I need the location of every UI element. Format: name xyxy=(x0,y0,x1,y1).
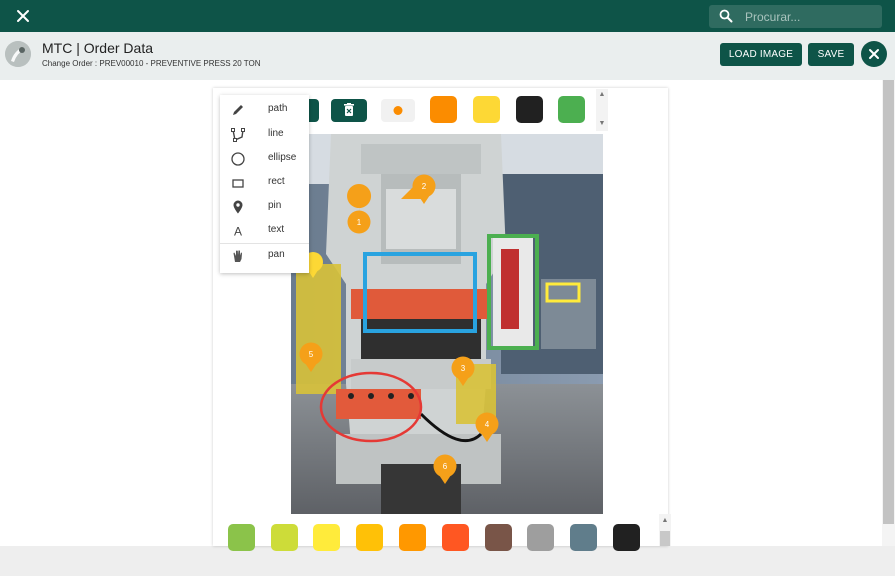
palette-swatch-black[interactable] xyxy=(613,524,640,551)
pencil-icon xyxy=(230,102,246,118)
page-header: MTC | Order Data Change Order : PREV0001… xyxy=(0,32,895,80)
close-dialog-button[interactable] xyxy=(861,41,887,67)
close-icon xyxy=(869,49,879,59)
stroke-size-button[interactable] xyxy=(381,99,415,122)
palette-swatch-lime[interactable] xyxy=(271,524,298,551)
palette-swatch-deep-orange[interactable] xyxy=(442,524,469,551)
palette-swatch-blue-grey[interactable] xyxy=(570,524,597,551)
scroll-down-icon[interactable]: ▼ xyxy=(598,120,606,128)
draw-tool-menu: path line ellipse rect pin A text pan xyxy=(220,95,309,273)
subtitle-value: PREV00010 - PREVENTIVE PRESS 20 TON xyxy=(99,59,261,68)
svg-text:2: 2 xyxy=(422,182,427,191)
toolbar-scrollbar[interactable]: ▲ ▼ xyxy=(596,89,608,131)
delete-button[interactable] xyxy=(331,99,367,122)
scroll-up-icon[interactable]: ▲ xyxy=(598,91,606,99)
toolbar-swatch-green[interactable] xyxy=(558,96,585,123)
toolbar-swatch-black[interactable] xyxy=(516,96,543,123)
ellipse-icon xyxy=(230,151,246,167)
palette-swatch-orange[interactable] xyxy=(399,524,426,551)
menu-item-path[interactable]: path xyxy=(220,98,309,122)
svg-text:A: A xyxy=(234,225,242,239)
close-icon[interactable] xyxy=(14,7,32,25)
palette-scrollbar-thumb[interactable] xyxy=(660,531,670,546)
menu-item-text[interactable]: A text xyxy=(220,219,309,243)
menu-item-label: ellipse xyxy=(268,152,297,163)
toolbar-swatch-orange[interactable] xyxy=(430,96,457,123)
hand-icon xyxy=(230,248,246,264)
menu-item-line[interactable]: line xyxy=(220,123,309,147)
search-box[interactable] xyxy=(709,5,882,28)
page-subtitle: Change Order : PREV00010 - PREVENTIVE PR… xyxy=(42,59,260,68)
trash-icon xyxy=(344,103,354,116)
page-scrollbar-thumb[interactable] xyxy=(883,80,894,524)
svg-text:6: 6 xyxy=(443,462,448,471)
page-title: MTC | Order Data xyxy=(42,40,153,56)
palette-swatch-amber[interactable] xyxy=(356,524,383,551)
search-input[interactable] xyxy=(745,7,875,26)
toolbar-swatch-yellow[interactable] xyxy=(473,96,500,123)
menu-item-label: path xyxy=(268,103,288,114)
menu-item-label: text xyxy=(268,224,285,235)
menu-item-rect[interactable]: rect xyxy=(220,171,309,195)
svg-text:1: 1 xyxy=(357,218,362,227)
menu-item-label: pin xyxy=(268,200,282,211)
palette-swatch-brown[interactable] xyxy=(485,524,512,551)
palette-swatch-yellow[interactable] xyxy=(313,524,340,551)
text-icon: A xyxy=(230,223,246,239)
rectangle-icon xyxy=(230,175,246,191)
scroll-up-icon[interactable]: ▲ xyxy=(661,517,669,525)
palette-scrollbar[interactable]: ▲ xyxy=(659,514,671,546)
menu-item-label: rect xyxy=(268,176,285,187)
menu-item-pin[interactable]: pin xyxy=(220,195,309,219)
menu-item-label: line xyxy=(268,128,284,139)
svg-text:4: 4 xyxy=(485,420,490,429)
menu-item-ellipse[interactable]: ellipse xyxy=(220,147,309,171)
search-icon xyxy=(719,9,733,28)
palette-swatch-grey[interactable] xyxy=(527,524,554,551)
menu-item-pan[interactable]: pan xyxy=(220,244,309,268)
svg-text:5: 5 xyxy=(309,350,314,359)
annotated-image[interactable]: 1 2 3 4 5 6 xyxy=(291,134,603,514)
load-image-button[interactable]: LOAD IMAGE xyxy=(720,43,802,66)
top-app-bar xyxy=(0,0,895,32)
page-scrollbar[interactable] xyxy=(882,80,895,546)
pin-icon xyxy=(230,199,246,215)
subtitle-prefix: Change Order : xyxy=(42,59,98,68)
avatar xyxy=(5,41,31,67)
menu-item-label: pan xyxy=(268,249,285,260)
machine-photo: 1 2 3 4 5 6 xyxy=(291,134,603,514)
svg-text:3: 3 xyxy=(461,364,466,373)
polyline-icon xyxy=(230,127,246,143)
palette-swatch-light-green[interactable] xyxy=(228,524,255,551)
save-button[interactable]: SAVE xyxy=(808,43,854,66)
dot-icon xyxy=(393,106,403,115)
